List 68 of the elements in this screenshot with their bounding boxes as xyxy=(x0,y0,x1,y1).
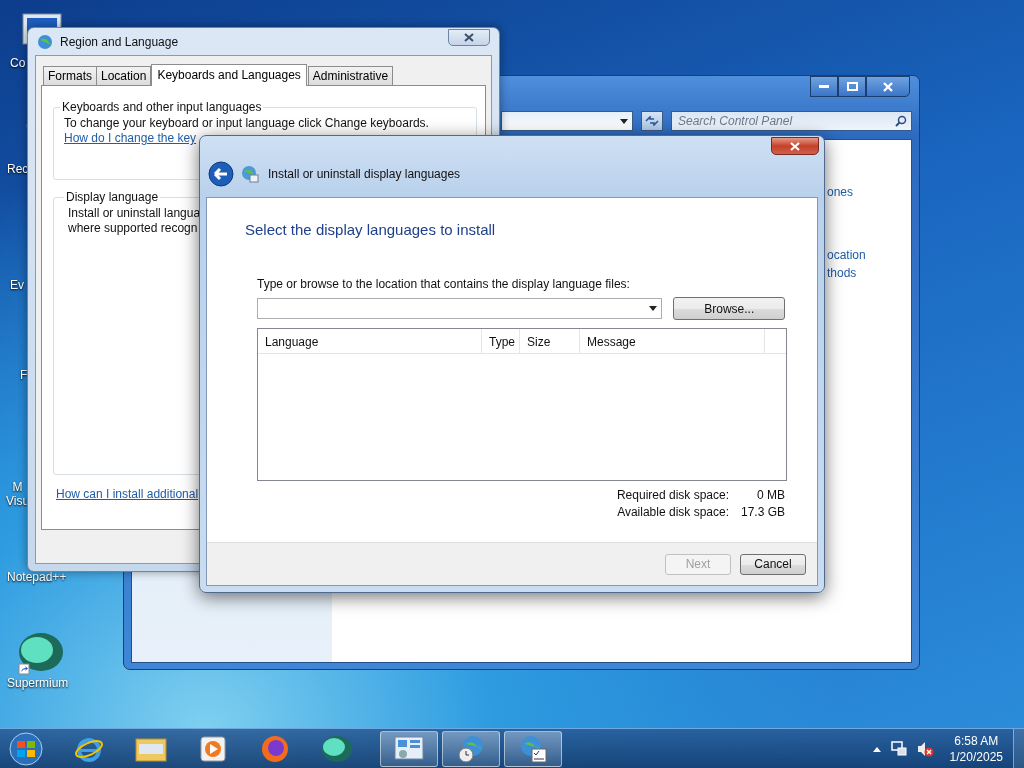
refresh-icon xyxy=(645,116,659,126)
orb-icon[interactable] xyxy=(321,733,353,764)
tab[interactable]: Keyboards and Languages xyxy=(151,64,307,86)
address-field[interactable] xyxy=(501,111,633,131)
desktop-icon-label[interactable]: F xyxy=(20,368,28,382)
disk-space-label: Required disk space: xyxy=(616,488,729,502)
group-title: Keyboards and other input languages xyxy=(61,100,263,114)
column-header[interactable]: Message xyxy=(580,329,765,353)
close-button[interactable] xyxy=(448,29,490,46)
search-field[interactable]: Search Control Panel xyxy=(671,111,912,131)
page-heading: Select the display languages to install xyxy=(245,221,497,238)
desktop-icon-label[interactable]: M Visu xyxy=(6,480,30,508)
dialog-button[interactable]: Cancel xyxy=(740,553,806,575)
browse-button[interactable]: Browse... xyxy=(673,297,785,320)
tab[interactable]: Location xyxy=(96,66,152,85)
disk-space-value: 0 MB xyxy=(756,488,785,502)
description-text: Install or uninstall langua where supported recogn xyxy=(68,206,201,236)
tab[interactable]: Administrative xyxy=(307,66,394,85)
orb-icon xyxy=(17,630,65,676)
desktop-icon-label[interactable]: Ev xyxy=(10,278,24,292)
settings-link[interactable]: ocation xyxy=(827,246,866,264)
language-list[interactable]: Language Type Size Message xyxy=(257,328,787,481)
search-icon[interactable] xyxy=(895,115,907,127)
media-player-icon[interactable] xyxy=(200,735,226,762)
taskbar-button[interactable] xyxy=(380,730,438,767)
instruction-text: To change your keyboard or input language click Change keyboards. xyxy=(64,116,429,131)
close-icon xyxy=(790,141,800,151)
control-panel-icon xyxy=(394,734,424,763)
desktop-icon-label[interactable]: Rec xyxy=(7,162,29,176)
disk-space-label: Available disk space: xyxy=(616,505,729,519)
help-link[interactable]: How can I install additional xyxy=(56,487,199,501)
column-header[interactable]: Type xyxy=(482,329,520,353)
minimize-icon xyxy=(819,84,829,89)
globe-icon xyxy=(36,32,54,51)
close-icon xyxy=(464,33,474,42)
taskbar-button[interactable] xyxy=(442,730,500,767)
maximize-icon xyxy=(846,82,858,91)
settings-link[interactable]: ones xyxy=(827,183,854,201)
clock[interactable]: 6:58 AM 1/20/2025 xyxy=(949,732,1003,765)
window-title: Install or uninstall display languages xyxy=(268,166,461,181)
close-icon xyxy=(883,81,893,92)
disk-space-value: 17.3 GB xyxy=(739,505,785,519)
network-icon[interactable] xyxy=(889,739,908,758)
minimize-button[interactable] xyxy=(810,76,838,97)
window-title: Region and Language xyxy=(60,34,179,49)
globe-checklist-icon xyxy=(518,733,548,764)
globe-icon xyxy=(241,164,259,183)
close-button[interactable] xyxy=(771,137,819,155)
field-label: Type or browse to the location that contains the display language files: xyxy=(257,277,631,291)
settings-link[interactable]: thods xyxy=(827,264,857,282)
column-header[interactable]: Language xyxy=(258,329,482,353)
globe-clock-icon xyxy=(456,733,486,764)
refresh-button[interactable] xyxy=(641,111,663,131)
column-header[interactable]: Size xyxy=(520,329,580,353)
close-button[interactable] xyxy=(866,76,910,97)
globe-icon[interactable] xyxy=(260,733,290,764)
desktop-icon-label[interactable]: Co xyxy=(10,56,26,70)
clock-time: 6:58 AM xyxy=(954,732,999,749)
tab[interactable]: Formats xyxy=(43,66,97,85)
dropdown-arrow-icon xyxy=(649,306,658,311)
maximize-button[interactable] xyxy=(838,76,866,97)
clock-date: 1/20/2025 xyxy=(949,748,1003,765)
dropdown-arrow-icon[interactable] xyxy=(620,118,628,124)
help-link[interactable]: How do I change the key xyxy=(64,131,197,145)
group-title: Display language xyxy=(65,190,160,204)
show-desktop-button[interactable] xyxy=(1013,728,1024,768)
taskbar-button[interactable] xyxy=(504,730,562,767)
back-button[interactable] xyxy=(208,160,234,187)
